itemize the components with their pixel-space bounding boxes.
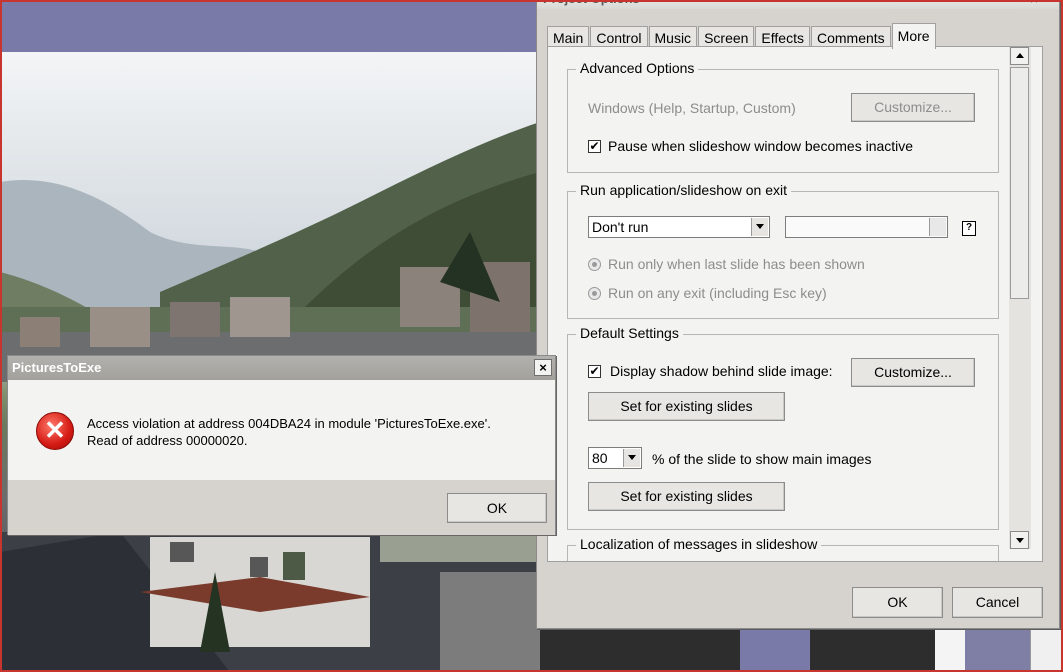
run-path-input[interactable] xyxy=(785,216,948,238)
run-on-exit-group: Run application/slideshow on exit Don't … xyxy=(567,182,999,319)
radio-any-exit-label: Run on any exit (including Esc key) xyxy=(608,285,827,301)
run-on-exit-title: Run application/slideshow on exit xyxy=(576,182,792,198)
set-existing-slides-button-2[interactable]: Set for existing slides xyxy=(588,482,785,511)
chevron-down-icon[interactable] xyxy=(751,218,768,236)
pause-checkbox-label: Pause when slideshow window becomes inac… xyxy=(608,138,914,154)
background-panel-strip xyxy=(740,625,810,672)
default-settings-group: Default Settings ✔ Display shadow behind… xyxy=(567,325,999,530)
percent-select[interactable]: 80 xyxy=(588,447,642,469)
error-ok-button[interactable]: OK xyxy=(447,493,547,523)
shadow-checkbox[interactable]: ✔ xyxy=(588,365,601,378)
help-icon[interactable]: ? xyxy=(962,221,976,236)
options-scrollbar[interactable] xyxy=(1009,47,1031,549)
windows-customize-button[interactable]: Customize... xyxy=(851,93,975,122)
shadow-customize-button[interactable]: Customize... xyxy=(851,358,975,387)
pause-checkbox[interactable]: ✔ xyxy=(588,140,601,153)
radio-any-exit[interactable] xyxy=(588,287,601,300)
tab-music[interactable]: Music xyxy=(648,26,698,48)
error-message: Access violation at address 004DBA24 in … xyxy=(87,415,491,449)
advanced-options-title: Advanced Options xyxy=(576,60,699,76)
options-ok-button[interactable]: OK xyxy=(852,587,943,618)
close-icon[interactable]: × xyxy=(534,359,552,376)
error-dialog-title: PicturesToExe xyxy=(8,356,555,380)
more-tab-panel: Advanced Options Windows (Help, Startup,… xyxy=(547,46,1043,562)
background-photo-strip xyxy=(540,625,935,672)
windows-label: Windows (Help, Startup, Custom) xyxy=(588,100,796,116)
error-dialog-footer: OK xyxy=(8,480,555,535)
radio-last-slide[interactable] xyxy=(588,258,601,271)
options-dialog-title: Project Options xyxy=(537,0,1059,9)
folder-browse-icon[interactable] xyxy=(929,218,946,236)
run-select-value: Don't run xyxy=(592,219,649,235)
tab-more[interactable]: More xyxy=(891,23,936,49)
percent-label: % of the slide to show main images xyxy=(652,451,872,467)
error-dialog: PicturesToExe × ✕ Access violation at ad… xyxy=(7,355,556,535)
set-existing-slides-button-1[interactable]: Set for existing slides xyxy=(588,392,785,421)
background-white-strip xyxy=(935,625,965,672)
error-message-line-1: Access violation at address 004DBA24 in … xyxy=(87,416,491,431)
options-cancel-button[interactable]: Cancel xyxy=(952,587,1043,618)
run-select[interactable]: Don't run xyxy=(588,216,770,238)
tab-control[interactable]: Control xyxy=(590,26,648,48)
chevron-down-icon[interactable] xyxy=(623,449,640,467)
percent-select-value: 80 xyxy=(592,450,608,466)
scroll-thumb[interactable] xyxy=(1010,67,1029,299)
close-icon[interactable]: × xyxy=(1025,0,1043,7)
localization-group: Localization of messages in slideshow xyxy=(567,536,999,561)
scroll-up-icon[interactable] xyxy=(1010,47,1029,65)
scroll-down-icon[interactable] xyxy=(1010,531,1029,549)
options-tabs: Main Control Music Screen Effects Commen… xyxy=(547,23,937,49)
error-message-line-2: Read of address 00000020. xyxy=(87,433,248,448)
project-options-dialog: Project Options × Main Control Music Scr… xyxy=(536,0,1060,629)
tab-comments[interactable]: Comments xyxy=(810,26,891,48)
tab-main[interactable]: Main xyxy=(547,26,590,48)
default-settings-title: Default Settings xyxy=(576,325,683,341)
shadow-checkbox-label: Display shadow behind slide image: xyxy=(610,363,833,379)
localization-title: Localization of messages in slideshow xyxy=(576,536,822,552)
slideshow-window-header xyxy=(0,0,540,52)
error-icon: ✕ xyxy=(36,412,74,450)
tab-screen[interactable]: Screen xyxy=(698,26,755,48)
tab-effects[interactable]: Effects xyxy=(755,26,810,48)
radio-last-slide-label: Run only when last slide has been shown xyxy=(608,256,865,272)
advanced-options-group: Advanced Options Windows (Help, Startup,… xyxy=(567,60,999,173)
